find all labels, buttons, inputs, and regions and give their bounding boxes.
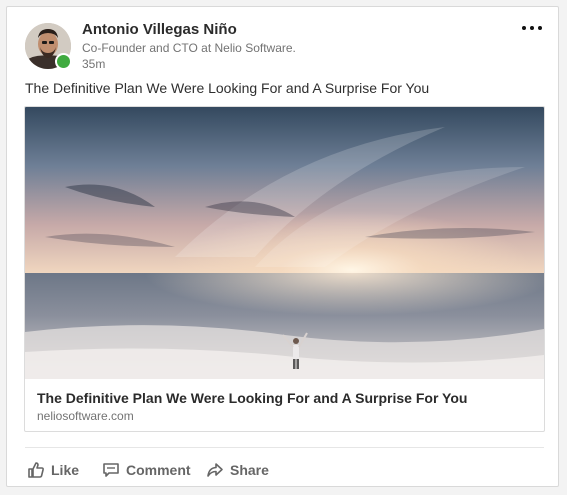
comment-bubble-icon xyxy=(102,461,120,479)
thumbs-up-icon xyxy=(27,461,45,479)
more-options-button[interactable] xyxy=(520,21,544,35)
share-label: Share xyxy=(230,462,269,478)
link-preview-title[interactable]: The Definitive Plan We Were Looking For … xyxy=(37,390,467,406)
author-avatar[interactable] xyxy=(25,23,72,70)
link-preview-domain: neliosoftware.com xyxy=(37,409,134,423)
share-button[interactable]: Share xyxy=(206,460,269,480)
more-horizontal-icon-dot xyxy=(538,26,542,30)
like-button[interactable]: Like xyxy=(27,460,79,480)
more-horizontal-icon xyxy=(522,26,526,30)
like-label: Like xyxy=(51,462,80,478)
comment-label: Comment xyxy=(126,462,191,478)
post-text: The Definitive Plan We Were Looking For … xyxy=(25,80,430,96)
comment-button[interactable]: Comment xyxy=(102,460,191,480)
post-header: Antonio Villegas Niño Co-Founder and CTO… xyxy=(25,21,546,73)
author-headline: Co-Founder and CTO at Nelio Software. xyxy=(82,41,296,55)
preview-image xyxy=(25,107,544,379)
more-horizontal-icon-dot xyxy=(530,26,534,30)
link-preview-card[interactable]: The Definitive Plan We Were Looking For … xyxy=(24,106,545,432)
post-card: Antonio Villegas Niño Co-Founder and CTO… xyxy=(6,6,559,487)
post-timestamp: 35m xyxy=(82,57,106,71)
actions-divider xyxy=(25,447,544,448)
author-name[interactable]: Antonio Villegas Niño xyxy=(82,21,237,38)
online-status-indicator xyxy=(55,53,72,70)
share-arrow-icon xyxy=(206,461,224,479)
